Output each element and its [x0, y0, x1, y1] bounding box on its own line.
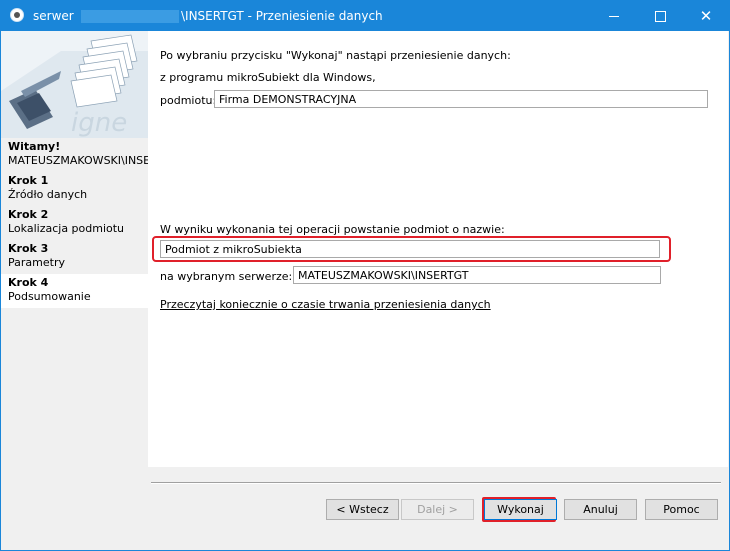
step-subtitle: Lokalizacja podmiotu — [8, 222, 125, 235]
step-4-active: Krok 4 Podsumowanie — [1, 274, 148, 308]
minimize-icon — [609, 15, 619, 17]
step-title: Krok 1 — [8, 174, 49, 187]
new-podmiot-name-field[interactable]: Podmiot z mikroSubiekta — [160, 240, 660, 258]
maximize-icon — [654, 10, 666, 22]
minimize-button[interactable] — [591, 1, 637, 31]
step-title: Witamy! — [8, 140, 61, 153]
podmiot-label: podmiotu: — [160, 94, 217, 107]
source-program-text: z programu mikroSubiekt dla Windows, — [160, 71, 376, 84]
next-button[interactable]: Dalej > — [401, 499, 474, 520]
svg-text:igne: igne — [71, 108, 127, 138]
help-button[interactable]: Pomoc — [645, 499, 718, 520]
execute-button[interactable]: Wykonaj — [484, 499, 557, 520]
step-3: Krok 3 Parametry — [1, 240, 148, 274]
step-subtitle: Źródło danych — [8, 188, 88, 201]
window-title-prefix: serwer — [33, 9, 74, 23]
intro-text: Po wybraniu przycisku "Wykonaj" nastąpi … — [160, 49, 511, 62]
button-separator — [151, 482, 721, 484]
step-title: Krok 3 — [8, 242, 49, 255]
server-label: na wybranym serwerze: — [160, 270, 293, 283]
step-title: Krok 2 — [8, 208, 49, 221]
step-subtitle: Podsumowanie — [8, 290, 91, 303]
wizard-sidebar: igne Witamy! MATEUSZMAKOWSKI\INSE Krok 1 — [1, 31, 148, 550]
result-label: W wyniku wykonania tej operacji powstani… — [160, 223, 505, 236]
wizard-banner-image: igne — [1, 31, 148, 138]
wizard-window: serwer \INSERTGT - Przeniesienie danych … — [0, 0, 730, 551]
step-title: Krok 4 — [8, 276, 49, 289]
close-icon: ✕ — [699, 7, 713, 25]
title-bar[interactable]: serwer \INSERTGT - Przeniesienie danych … — [1, 1, 729, 31]
back-button[interactable]: < Wstecz — [326, 499, 399, 520]
step-2: Krok 2 Lokalizacja podmiotu — [1, 206, 148, 240]
summary-panel: Po wybraniu przycisku "Wykonaj" nastąpi … — [148, 31, 728, 467]
app-icon — [10, 8, 24, 22]
maximize-button[interactable] — [637, 1, 683, 31]
cancel-button[interactable]: Anuluj — [564, 499, 637, 520]
server-field[interactable]: MATEUSZMAKOWSKI\INSERTGT — [293, 266, 661, 284]
duration-info-link[interactable]: Przeczytaj koniecznie o czasie trwania p… — [160, 298, 491, 311]
step-1: Krok 1 Źródło danych — [1, 172, 148, 206]
podmiot-field[interactable]: Firma DEMONSTRACYJNA — [214, 90, 708, 108]
step-welcome: Witamy! MATEUSZMAKOWSKI\INSE — [1, 138, 148, 172]
step-subtitle: Parametry — [8, 256, 65, 269]
window-title: \INSERTGT - Przeniesienie danych — [181, 9, 383, 23]
close-button[interactable]: ✕ — [683, 1, 729, 31]
redacted-region — [81, 10, 179, 23]
step-subtitle: MATEUSZMAKOWSKI\INSE — [8, 154, 148, 167]
